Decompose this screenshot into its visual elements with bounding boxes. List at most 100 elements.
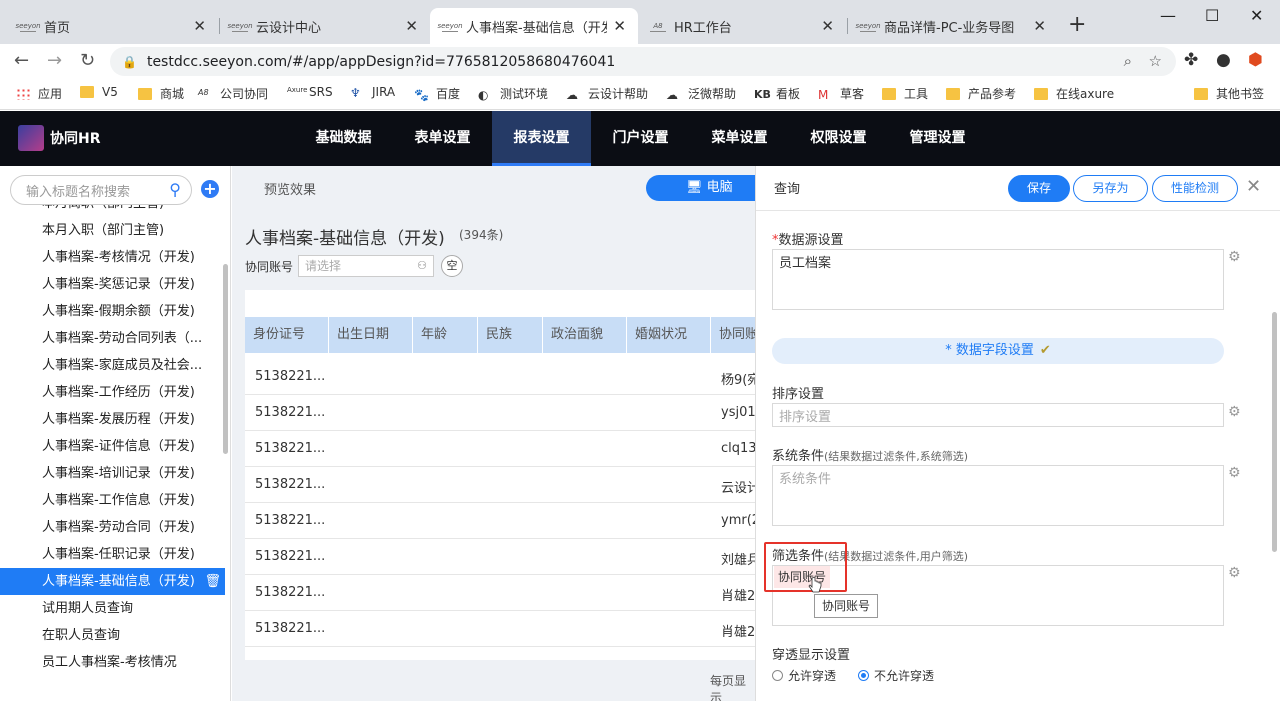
list-item-selected[interactable]: 人事档案-基础信息（开发) 🗑 xyxy=(0,568,225,595)
nav-permission-settings[interactable]: 权限设置 xyxy=(789,111,888,166)
nav-basic-data[interactable]: 基础数据 xyxy=(294,111,393,166)
system-condition-field[interactable]: 系统条件 xyxy=(772,465,1224,526)
list-item[interactable]: 人事档案-劳动合同（开发) xyxy=(0,514,225,541)
bookmark-caoke[interactable]: M 草客 xyxy=(818,85,864,102)
datasource-field[interactable]: 员工档案 xyxy=(772,249,1224,310)
new-tab-button[interactable]: + xyxy=(1068,14,1086,36)
list-item[interactable]: 人事档案-任职记录（开发) xyxy=(0,541,225,568)
back-icon[interactable]: ← xyxy=(14,50,29,71)
performance-check-button[interactable]: 性能检测 xyxy=(1152,175,1238,202)
column-header[interactable]: 民族 xyxy=(478,317,543,353)
table-row[interactable]: 5138221...肖雄2( xyxy=(245,611,756,647)
list-item[interactable]: 本月入职（部门主管) xyxy=(0,217,225,244)
bookmark-other[interactable]: 其他书签 xyxy=(1194,85,1264,102)
radio-allow[interactable] xyxy=(772,670,783,681)
gear-icon[interactable]: ⚙ xyxy=(1228,465,1241,481)
nav-form-settings[interactable]: 表单设置 xyxy=(393,111,492,166)
bookmark-mall[interactable]: 商城 xyxy=(138,85,184,102)
bookmark-apps[interactable]: 应用 xyxy=(16,85,62,102)
list-item[interactable]: 人事档案-考核情况（开发) xyxy=(0,244,225,271)
maximize-icon[interactable]: ☐ xyxy=(1205,6,1219,25)
list-item[interactable]: 试用期人员查询 xyxy=(0,595,225,622)
trash-icon[interactable]: 🗑 xyxy=(204,568,221,595)
add-report-button[interactable]: + xyxy=(201,180,219,198)
column-header[interactable]: 年龄 xyxy=(413,317,478,353)
table-row[interactable]: 5138221... 杨9(宛 xyxy=(245,359,756,395)
sort-field[interactable]: 排序设置 xyxy=(772,403,1224,427)
reload-icon[interactable]: ↻ xyxy=(80,50,95,71)
list-item[interactable]: 员工人事档案-考核情况 xyxy=(0,649,225,676)
sidebar-search-input[interactable]: 输入标题名称搜索 ⚲ xyxy=(10,175,192,205)
sidebar-scrollbar[interactable] xyxy=(223,264,228,454)
app-logo[interactable]: 协同HR xyxy=(18,125,101,151)
list-item[interactable]: 人事档案-劳动合同列表（... xyxy=(0,325,225,352)
star-icon[interactable]: ☆ xyxy=(1149,52,1162,70)
column-header[interactable]: 政治面貌 xyxy=(543,317,627,353)
minimize-icon[interactable]: — xyxy=(1160,6,1176,25)
bookmark-cloud-help[interactable]: ☁ 云设计帮助 xyxy=(566,85,648,102)
nav-admin-settings[interactable]: 管理设置 xyxy=(888,111,987,166)
user-icon[interactable]: ⚇ xyxy=(417,256,427,276)
bookmark-jira[interactable]: ♆ JIRA xyxy=(350,85,395,100)
zoom-icon[interactable]: ⌕ xyxy=(1124,52,1132,70)
panel-scrollbar[interactable] xyxy=(1272,312,1277,552)
table-row[interactable]: 5138221... 云设计 xyxy=(245,467,756,503)
profile-icon[interactable]: ● xyxy=(1216,50,1231,70)
bookmark-srs[interactable]: Axure SRS xyxy=(287,85,333,99)
save-as-button[interactable]: 另存为 xyxy=(1073,175,1148,202)
browser-tab-hr-archive[interactable]: seeyon 人事档案-基础信息（开发) ✕ xyxy=(430,8,638,44)
pc-view-button[interactable]: 🖥 电脑 xyxy=(646,175,756,201)
close-icon[interactable]: ✕ xyxy=(1033,17,1046,35)
list-item[interactable]: 人事档案-工作经历（开发) xyxy=(0,379,225,406)
list-item[interactable]: 人事档案-家庭成员及社会... xyxy=(0,352,225,379)
close-icon[interactable]: ✕ xyxy=(821,17,834,35)
nav-report-settings[interactable]: 报表设置 xyxy=(492,111,591,166)
gear-icon[interactable]: ⚙ xyxy=(1228,404,1241,420)
nav-menu-settings[interactable]: 菜单设置 xyxy=(690,111,789,166)
list-item[interactable]: 人事档案-工作信息（开发) xyxy=(0,487,225,514)
close-icon[interactable]: ✕ xyxy=(193,17,206,35)
bookmark-v5[interactable]: V5 xyxy=(80,85,118,99)
close-icon[interactable]: ✕ xyxy=(613,17,626,35)
browser-tab-design-center[interactable]: seeyon 云设计中心 ✕ xyxy=(220,8,430,44)
search-icon[interactable]: ⚲ xyxy=(169,180,181,199)
bookmark-kanban[interactable]: KB 看板 xyxy=(754,85,800,102)
bookmark-weaver-help[interactable]: ☁ 泛微帮助 xyxy=(666,85,736,102)
close-icon[interactable]: ✕ xyxy=(405,17,418,35)
column-header[interactable]: 协同账 xyxy=(711,317,756,353)
account-select-input[interactable]: 请选择 ⚇ xyxy=(298,255,434,277)
bookmark-tools[interactable]: 工具 xyxy=(882,85,928,102)
window-close-icon[interactable]: ✕ xyxy=(1250,6,1263,25)
table-row[interactable]: 5138221... ymr(2 xyxy=(245,503,756,539)
table-row[interactable]: 5138221...clq13( xyxy=(245,431,756,467)
data-field-setting-button[interactable]: * 数据字段设置 ✔ xyxy=(772,338,1224,364)
nav-portal-settings[interactable]: 门户设置 xyxy=(591,111,690,166)
bookmark-product-ref[interactable]: 产品参考 xyxy=(946,85,1016,102)
extension-red-icon[interactable]: ⬢ xyxy=(1248,50,1263,70)
gear-icon[interactable]: ⚙ xyxy=(1228,249,1241,265)
browser-tab-product-detail[interactable]: seeyon 商品详情-PC-业务导图 ✕ xyxy=(848,8,1058,44)
list-item[interactable]: 人事档案-奖惩记录（开发) xyxy=(0,271,225,298)
bookmark-baidu[interactable]: 🐾 百度 xyxy=(414,85,460,102)
radio-deny[interactable] xyxy=(858,670,870,681)
list-item[interactable]: 在职人员查询 xyxy=(0,622,225,649)
browser-tab-hr-workbench[interactable]: A8 HR工作台 ✕ xyxy=(638,8,846,44)
column-header[interactable]: 婚姻状况 xyxy=(627,317,711,353)
table-row[interactable]: 5138221...ysj01( xyxy=(245,395,756,431)
list-item[interactable]: 人事档案-假期余额（开发) xyxy=(0,298,225,325)
table-row[interactable]: 5138221...肖雄2( xyxy=(245,575,756,611)
table-row[interactable]: 5138221... 刘雄兵 xyxy=(245,539,756,575)
list-item[interactable]: 人事档案-证件信息（开发) xyxy=(0,433,225,460)
gear-icon[interactable]: ⚙ xyxy=(1228,565,1241,581)
bookmark-axure[interactable]: 在线axure xyxy=(1034,85,1114,102)
save-button[interactable]: 保存 xyxy=(1008,175,1070,202)
list-item[interactable]: 人事档案-发展历程（开发) xyxy=(0,406,225,433)
close-icon[interactable]: ✕ xyxy=(1246,176,1261,197)
column-header[interactable]: 身份证号 xyxy=(245,317,329,353)
forward-icon[interactable]: → xyxy=(47,50,62,71)
column-header[interactable]: 出生日期 xyxy=(329,317,413,353)
url-field[interactable]: 🔒 testdcc.seeyon.com/#/app/appDesign?id=… xyxy=(110,47,1176,76)
bookmark-collab[interactable]: A8 公司协同 xyxy=(198,85,268,102)
empty-filter-button[interactable]: 空 xyxy=(441,255,463,277)
list-item[interactable]: 人事档案-培训记录（开发) xyxy=(0,460,225,487)
